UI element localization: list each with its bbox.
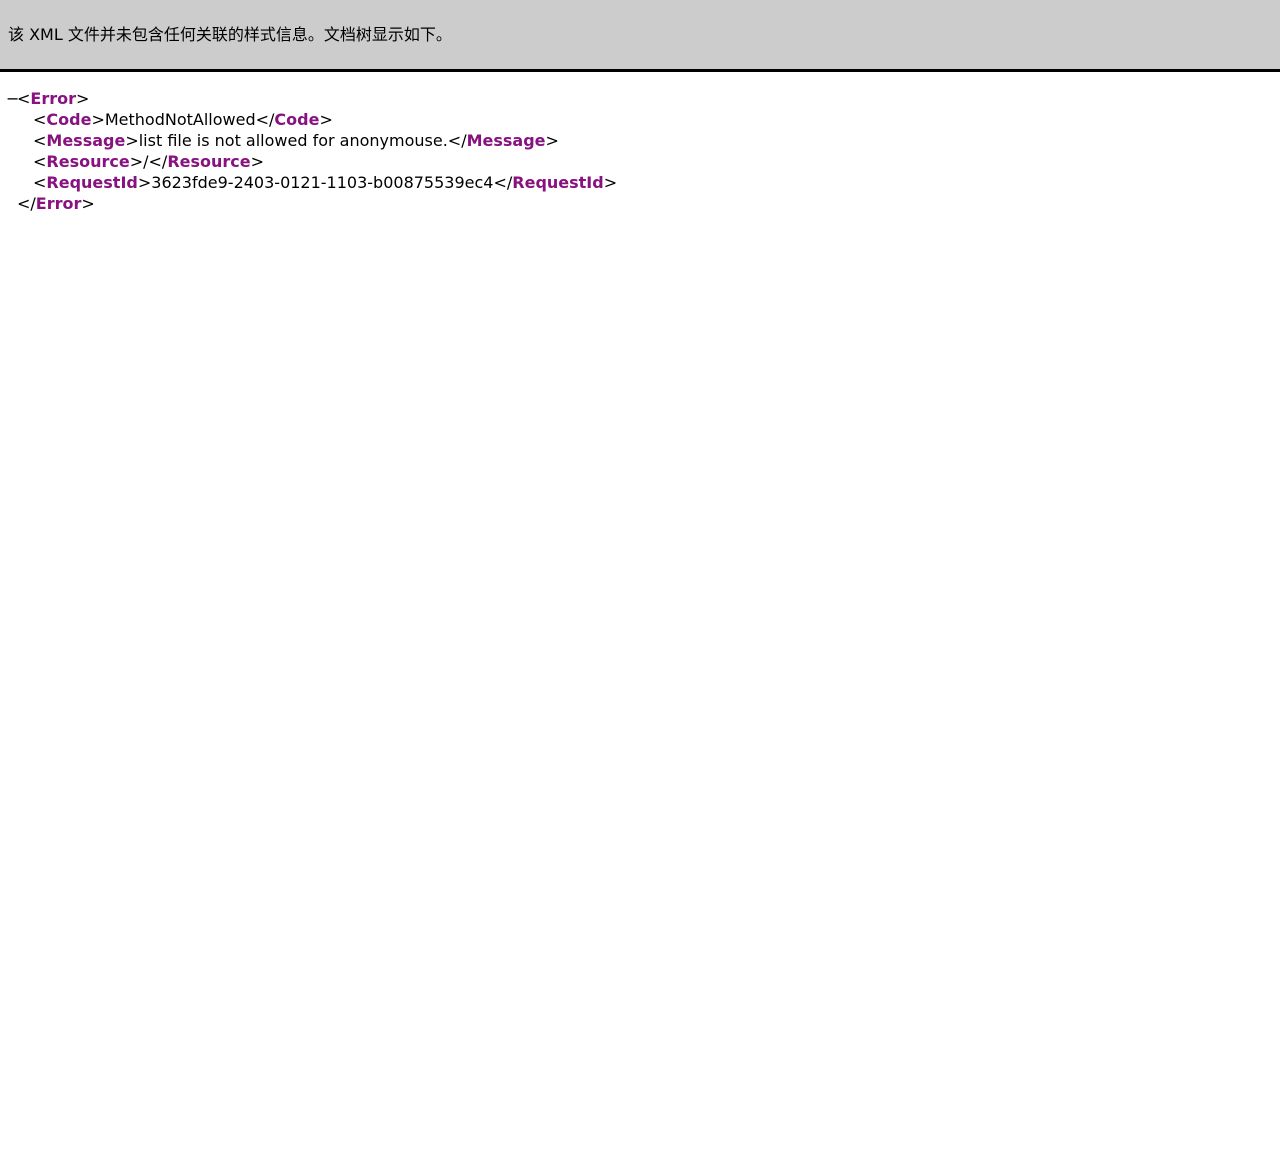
element-end-tag-name: Message (466, 131, 546, 150)
element-end-tag-name: RequestId (512, 173, 604, 192)
element-value: MethodNotAllowed (104, 110, 256, 129)
collapse-toggle-icon[interactable]: − (6, 88, 19, 109)
xml-root-open-line: −<Error> (0, 88, 617, 109)
element-tag-name: Code (46, 110, 92, 129)
tag-close-bracket: > (250, 152, 265, 171)
xml-element-message: <Message>list file is not allowed for an… (0, 130, 617, 151)
tag-close-bracket: > (129, 152, 144, 171)
tag-open-bracket: < (33, 110, 47, 129)
xml-element-requestid: <RequestId>3623fde9-2403-0121-1103-b0087… (0, 172, 617, 193)
element-value: list file is not allowed for anonymouse. (138, 131, 448, 150)
xml-element-resource: <Resource>/</Resource> (0, 151, 617, 172)
tag-close-bracket: > (76, 89, 90, 108)
tag-open-bracket: < (33, 173, 47, 192)
tag-close-bracket: > (545, 131, 559, 150)
tag-open-bracket: < (17, 89, 31, 108)
end-tag-open-bracket: </ (447, 131, 467, 150)
root-end-tag-name: Error (35, 194, 82, 213)
element-tag-name: Message (46, 131, 126, 150)
tag-close-bracket: > (319, 110, 333, 129)
element-end-tag-name: Resource (167, 152, 251, 171)
element-value: 3623fde9-2403-0121-1103-b00875539ec4 (151, 173, 494, 192)
tag-open-bracket: < (33, 131, 47, 150)
banner-message: 该 XML 文件并未包含任何关联的样式信息。文档树显示如下。 (8, 25, 452, 44)
tag-close-bracket: > (125, 131, 139, 150)
end-tag-open-bracket: </ (17, 194, 36, 213)
end-tag-open-bracket: </ (148, 152, 168, 171)
tag-close-bracket: > (603, 173, 618, 192)
element-tag-name: Resource (46, 152, 130, 171)
end-tag-open-bracket: </ (255, 110, 275, 129)
no-style-info-banner: 该 XML 文件并未包含任何关联的样式信息。文档树显示如下。 (0, 0, 1280, 72)
xml-element-code: <Code>MethodNotAllowed</Code> (0, 109, 617, 130)
xml-root-close-line: </Error> (0, 193, 617, 214)
end-tag-open-bracket: </ (493, 173, 513, 192)
root-tag-name: Error (30, 89, 76, 108)
element-end-tag-name: Code (274, 110, 320, 129)
tag-close-bracket: > (91, 110, 105, 129)
tag-close-bracket: > (81, 194, 95, 213)
element-tag-name: RequestId (46, 173, 138, 192)
tag-close-bracket: > (137, 173, 152, 192)
xml-document-tree: −<Error> <Code>MethodNotAllowed</Code> <… (0, 88, 617, 214)
tag-open-bracket: < (33, 152, 47, 171)
